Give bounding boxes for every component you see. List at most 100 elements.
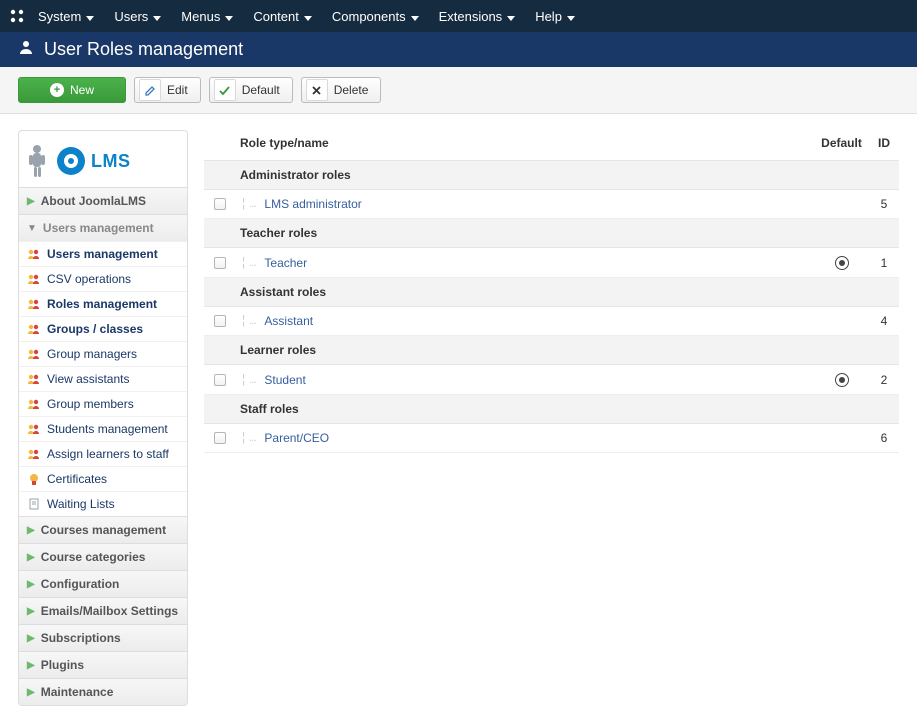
logo-text: LMS <box>91 151 131 172</box>
cert-icon <box>27 473 41 485</box>
triangle-icon: ▶ <box>27 552 35 563</box>
default-button[interactable]: Default <box>209 77 293 103</box>
sidebar-section[interactable]: ▶Plugins <box>19 651 187 678</box>
sidebar-item[interactable]: View assistants <box>19 366 187 391</box>
nav-item-content[interactable]: Content <box>253 9 312 24</box>
sidebar-section[interactable]: ▼ Users management <box>19 214 187 241</box>
doc-icon <box>27 498 41 510</box>
row-checkbox[interactable] <box>214 374 226 386</box>
edit-icon <box>139 79 161 101</box>
sidebar-section[interactable]: ▶ Subscriptions <box>19 624 187 651</box>
triangle-icon: ▶ <box>27 687 35 698</box>
tree-indent-icon: ¦… <box>240 256 258 270</box>
sidebar-item[interactable]: Assign learners to staff <box>19 441 187 466</box>
table-header: Role type/name Default ID <box>204 130 899 161</box>
table-row: ¦…LMS administrator5 <box>204 190 899 219</box>
sidebar-section[interactable]: ▶Configuration <box>19 570 187 597</box>
nav-item-users[interactable]: Users <box>114 9 161 24</box>
joomla-icon[interactable] <box>8 7 26 25</box>
users-icon <box>27 448 41 460</box>
sidebar-item[interactable]: CSV operations <box>19 266 187 291</box>
delete-button[interactable]: Delete <box>301 77 382 103</box>
sidebar-section[interactable]: ▶ Courses management <box>19 516 187 543</box>
table-group-row: Teacher roles <box>204 219 899 248</box>
table-group-row: Administrator roles <box>204 161 899 190</box>
nav-item-label: System <box>38 9 81 24</box>
sidebar-item-label: Users management <box>47 247 158 261</box>
edit-button-label: Edit <box>167 83 188 97</box>
sidebar-item[interactable]: Students management <box>19 416 187 441</box>
triangle-icon: ▶ <box>27 606 35 617</box>
sidebar-item-label: Certificates <box>47 472 107 486</box>
table-group-row: Learner roles <box>204 336 899 365</box>
sidebar-item-label: Roles management <box>47 297 157 311</box>
toolbar: + New Edit Default Delete <box>0 67 917 114</box>
row-id-cell: 4 <box>869 314 899 328</box>
sidebar-item-label: Assign learners to staff <box>47 447 169 461</box>
table-row: ¦…Student2 <box>204 365 899 395</box>
row-checkbox[interactable] <box>214 257 226 269</box>
new-button[interactable]: + New <box>18 77 126 103</box>
role-name-link[interactable]: Parent/CEO <box>264 431 329 445</box>
page-title: User Roles management <box>44 39 243 60</box>
role-name-link[interactable]: Assistant <box>264 314 313 328</box>
delete-icon <box>306 79 328 101</box>
users-icon <box>27 248 41 260</box>
sidebar-item-label: Groups / classes <box>47 322 143 336</box>
plus-icon: + <box>50 83 64 97</box>
sidebar-item[interactable]: Waiting Lists <box>19 491 187 516</box>
sidebar-item[interactable]: Group members <box>19 391 187 416</box>
nav-item-extensions[interactable]: Extensions <box>439 9 516 24</box>
edit-button[interactable]: Edit <box>134 77 201 103</box>
nav-item-help[interactable]: Help <box>535 9 575 24</box>
sidebar-section-label: Courses management <box>41 523 166 537</box>
row-checkbox[interactable] <box>214 432 226 444</box>
sidebar-item[interactable]: Group managers <box>19 341 187 366</box>
caret-down-icon <box>567 9 575 24</box>
users-icon <box>27 423 41 435</box>
sidebar-item[interactable]: Certificates <box>19 466 187 491</box>
sidebar-section[interactable]: ▶Maintenance <box>19 678 187 705</box>
users-icon <box>27 298 41 310</box>
nav-item-label: Menus <box>181 9 220 24</box>
sidebar-section-label: Course categories <box>41 550 146 564</box>
triangle-icon: ▶ <box>27 633 35 644</box>
caret-down-icon <box>153 9 161 24</box>
row-checkbox[interactable] <box>214 198 226 210</box>
check-icon <box>214 79 236 101</box>
table-group-row: Assistant roles <box>204 278 899 307</box>
sidebar-section[interactable]: ▶Emails/Mailbox Settings <box>19 597 187 624</box>
table-row: ¦…Assistant4 <box>204 307 899 336</box>
nav-item-label: Users <box>114 9 148 24</box>
users-icon <box>27 398 41 410</box>
nav-item-system[interactable]: System <box>38 9 94 24</box>
sidebar-section[interactable]: ▶About JoomlaLMS <box>19 187 187 214</box>
nav-item-menus[interactable]: Menus <box>181 9 233 24</box>
logo-person-icon <box>27 143 51 179</box>
main-content: Role type/name Default ID Administrator … <box>204 130 899 453</box>
sidebar-section-label: Users management <box>43 221 154 235</box>
role-name-link[interactable]: Teacher <box>264 256 307 270</box>
logo-circle-icon <box>57 147 85 175</box>
sidebar-item[interactable]: Users management <box>19 241 187 266</box>
row-id-cell: 6 <box>869 431 899 445</box>
sidebar-item-label: View assistants <box>47 372 129 386</box>
sidebar-section[interactable]: ▶ Course categories <box>19 543 187 570</box>
triangle-icon: ▼ <box>27 223 37 234</box>
nav-item-components[interactable]: Components <box>332 9 419 24</box>
default-indicator-icon[interactable] <box>835 256 849 270</box>
triangle-icon: ▶ <box>27 525 35 536</box>
sidebar-item[interactable]: Groups / classes <box>19 316 187 341</box>
sidebar-item[interactable]: Roles management <box>19 291 187 316</box>
nav-item-label: Extensions <box>439 9 503 24</box>
col-id-header[interactable]: ID <box>869 136 899 150</box>
sidebar-section-label: Subscriptions <box>41 631 121 645</box>
col-name-header[interactable]: Role type/name <box>240 136 814 150</box>
default-indicator-icon[interactable] <box>835 373 849 387</box>
role-name-link[interactable]: Student <box>264 373 305 387</box>
col-default-header[interactable]: Default <box>814 136 869 150</box>
tree-indent-icon: ¦… <box>240 431 258 445</box>
role-name-link[interactable]: LMS administrator <box>264 197 361 211</box>
triangle-icon: ▶ <box>27 579 35 590</box>
row-checkbox[interactable] <box>214 315 226 327</box>
